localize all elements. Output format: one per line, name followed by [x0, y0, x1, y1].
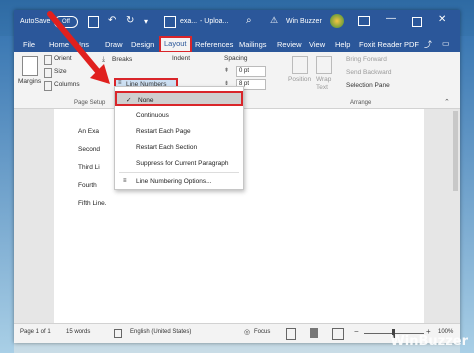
arrow-shaft	[47, 11, 103, 77]
red-arrow-annotation	[47, 11, 110, 84]
winbuzzer-logo: WinBuzzer	[390, 334, 468, 349]
